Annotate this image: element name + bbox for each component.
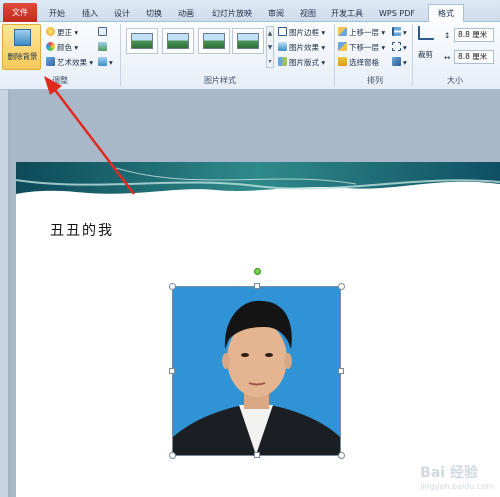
- resize-handle-top-right[interactable]: [338, 283, 345, 290]
- color-wheel-icon: [46, 42, 55, 51]
- picture-layout-label: 图片版式: [289, 58, 319, 67]
- remove-background-button[interactable]: 删除背景: [2, 24, 41, 70]
- group-icon: [392, 42, 401, 51]
- adjust-group-label: 调整: [52, 76, 68, 85]
- rotate-icon: [392, 57, 401, 66]
- crop-icon: [418, 26, 434, 40]
- picture-border-button[interactable]: 图片边框 ▾: [278, 27, 325, 39]
- sun-icon: [46, 27, 55, 36]
- color-button[interactable]: 颜色 ▾: [46, 42, 78, 54]
- height-icon: ↕: [444, 31, 451, 40]
- bring-forward-icon: [338, 27, 347, 36]
- tab-format[interactable]: 格式: [428, 4, 464, 22]
- corrections-button[interactable]: 更正 ▾: [46, 27, 78, 39]
- remove-background-icon: [14, 29, 31, 46]
- slide-title[interactable]: 丑丑的我: [50, 220, 114, 240]
- tab-view[interactable]: 视图: [294, 5, 322, 22]
- tab-home[interactable]: 开始: [42, 5, 72, 22]
- style-gallery-scroll[interactable]: ▲ ▼ ▾: [266, 26, 274, 68]
- artistic-effects-icon: [46, 57, 55, 66]
- slide[interactable]: 丑丑的我: [16, 162, 500, 497]
- compress-pictures-button[interactable]: [98, 27, 109, 39]
- resize-handle-bottom[interactable]: [254, 452, 260, 458]
- align-icon: [392, 27, 401, 36]
- ribbon-tab-bar: 文件 开始 插入 设计 切换 动画 幻灯片放映 审阅 视图 开发工具 WPS P…: [0, 0, 500, 22]
- reset-picture-icon: [98, 57, 107, 66]
- tab-wps-pdf[interactable]: WPS PDF: [372, 5, 422, 22]
- picture-style-1[interactable]: [126, 28, 158, 54]
- gallery-down-icon[interactable]: ▼: [267, 41, 273, 55]
- resize-handle-top-left[interactable]: [169, 283, 176, 290]
- resize-handle-bottom-right[interactable]: [338, 452, 345, 459]
- crop-label: 裁剪: [418, 50, 433, 59]
- send-backward-label: 下移一层: [349, 43, 379, 52]
- artistic-effects-button[interactable]: 艺术效果 ▾: [46, 57, 93, 69]
- portrait-image: [173, 287, 340, 455]
- watermark-url: jingyan.baidu.com: [420, 482, 494, 491]
- tab-slideshow[interactable]: 幻灯片放映: [206, 5, 258, 22]
- editing-canvas: 丑丑的我: [0, 90, 500, 497]
- picture-effects-label: 图片效果: [289, 43, 319, 52]
- color-label: 颜色: [57, 43, 72, 52]
- tab-animations[interactable]: 动画: [172, 5, 200, 22]
- tab-transitions[interactable]: 切换: [140, 5, 168, 22]
- send-backward-icon: [338, 42, 347, 51]
- artistic-effects-label: 艺术效果: [57, 58, 87, 67]
- picture-effects-button[interactable]: 图片效果 ▾: [278, 42, 325, 54]
- group-button[interactable]: ▾: [392, 42, 407, 54]
- send-backward-button[interactable]: 下移一层 ▾: [338, 42, 385, 54]
- picture-style-3[interactable]: [198, 28, 230, 54]
- height-input[interactable]: 8.8 厘米: [454, 28, 494, 42]
- change-picture-icon: [98, 42, 107, 51]
- selection-pane-icon: [338, 57, 347, 66]
- group-divider: [120, 24, 121, 86]
- tab-review[interactable]: 审阅: [262, 5, 290, 22]
- corrections-label: 更正: [57, 28, 72, 37]
- watermark-brand: Bai 经验: [420, 465, 478, 481]
- arrange-group-label: 排列: [367, 76, 383, 85]
- bring-forward-button[interactable]: 上移一层 ▾: [338, 27, 385, 39]
- group-divider: [412, 24, 413, 86]
- picture-border-icon: [278, 27, 287, 36]
- reset-picture-button[interactable]: ▾: [98, 57, 113, 69]
- watermark: Bai 经验 jingyan.baidu.com: [420, 462, 494, 491]
- picture-effects-icon: [278, 42, 287, 51]
- width-input[interactable]: 8.8 厘米: [454, 50, 494, 64]
- picture-style-4[interactable]: [232, 28, 264, 54]
- picture-styles-group-label: 图片样式: [204, 76, 236, 85]
- remove-background-label: 删除背景: [7, 52, 38, 61]
- tab-design[interactable]: 设计: [108, 5, 136, 22]
- selection-pane-label: 选择窗格: [349, 58, 379, 67]
- size-group-label: 大小: [447, 76, 463, 85]
- picture-layout-icon: [278, 57, 287, 66]
- gallery-up-icon[interactable]: ▲: [267, 27, 273, 41]
- ribbon: 删除背景 更正 ▾ 颜色 ▾ 艺术效果 ▾ ▾ 调整 ▲ ▼ ▾ 图片边框 ▾ …: [0, 22, 500, 90]
- group-divider: [334, 24, 335, 86]
- tab-developer[interactable]: 开发工具: [328, 5, 366, 22]
- change-picture-button[interactable]: [98, 42, 109, 54]
- tab-file[interactable]: 文件: [3, 3, 37, 22]
- picture-border-label: 图片边框: [289, 28, 319, 37]
- rotate-button[interactable]: ▾: [392, 57, 407, 69]
- rotate-handle[interactable]: [254, 268, 261, 275]
- selection-pane-button[interactable]: 选择窗格: [338, 57, 379, 69]
- resize-handle-top[interactable]: [254, 283, 260, 289]
- align-button[interactable]: ▾: [392, 27, 407, 39]
- picture-style-2[interactable]: [162, 28, 194, 54]
- tab-insert[interactable]: 插入: [76, 5, 104, 22]
- gallery-more-icon[interactable]: ▾: [267, 55, 273, 69]
- slide-header-decoration: [16, 162, 500, 194]
- bring-forward-label: 上移一层: [349, 28, 379, 37]
- width-icon: ↔: [444, 53, 451, 62]
- picture-layout-button[interactable]: 图片版式 ▾: [278, 57, 325, 69]
- resize-handle-left[interactable]: [169, 368, 175, 374]
- portrait-photo[interactable]: [173, 287, 340, 455]
- resize-handle-bottom-left[interactable]: [169, 452, 176, 459]
- vertical-ruler: [0, 90, 9, 497]
- resize-handle-right[interactable]: [338, 368, 344, 374]
- compress-icon: [98, 27, 107, 36]
